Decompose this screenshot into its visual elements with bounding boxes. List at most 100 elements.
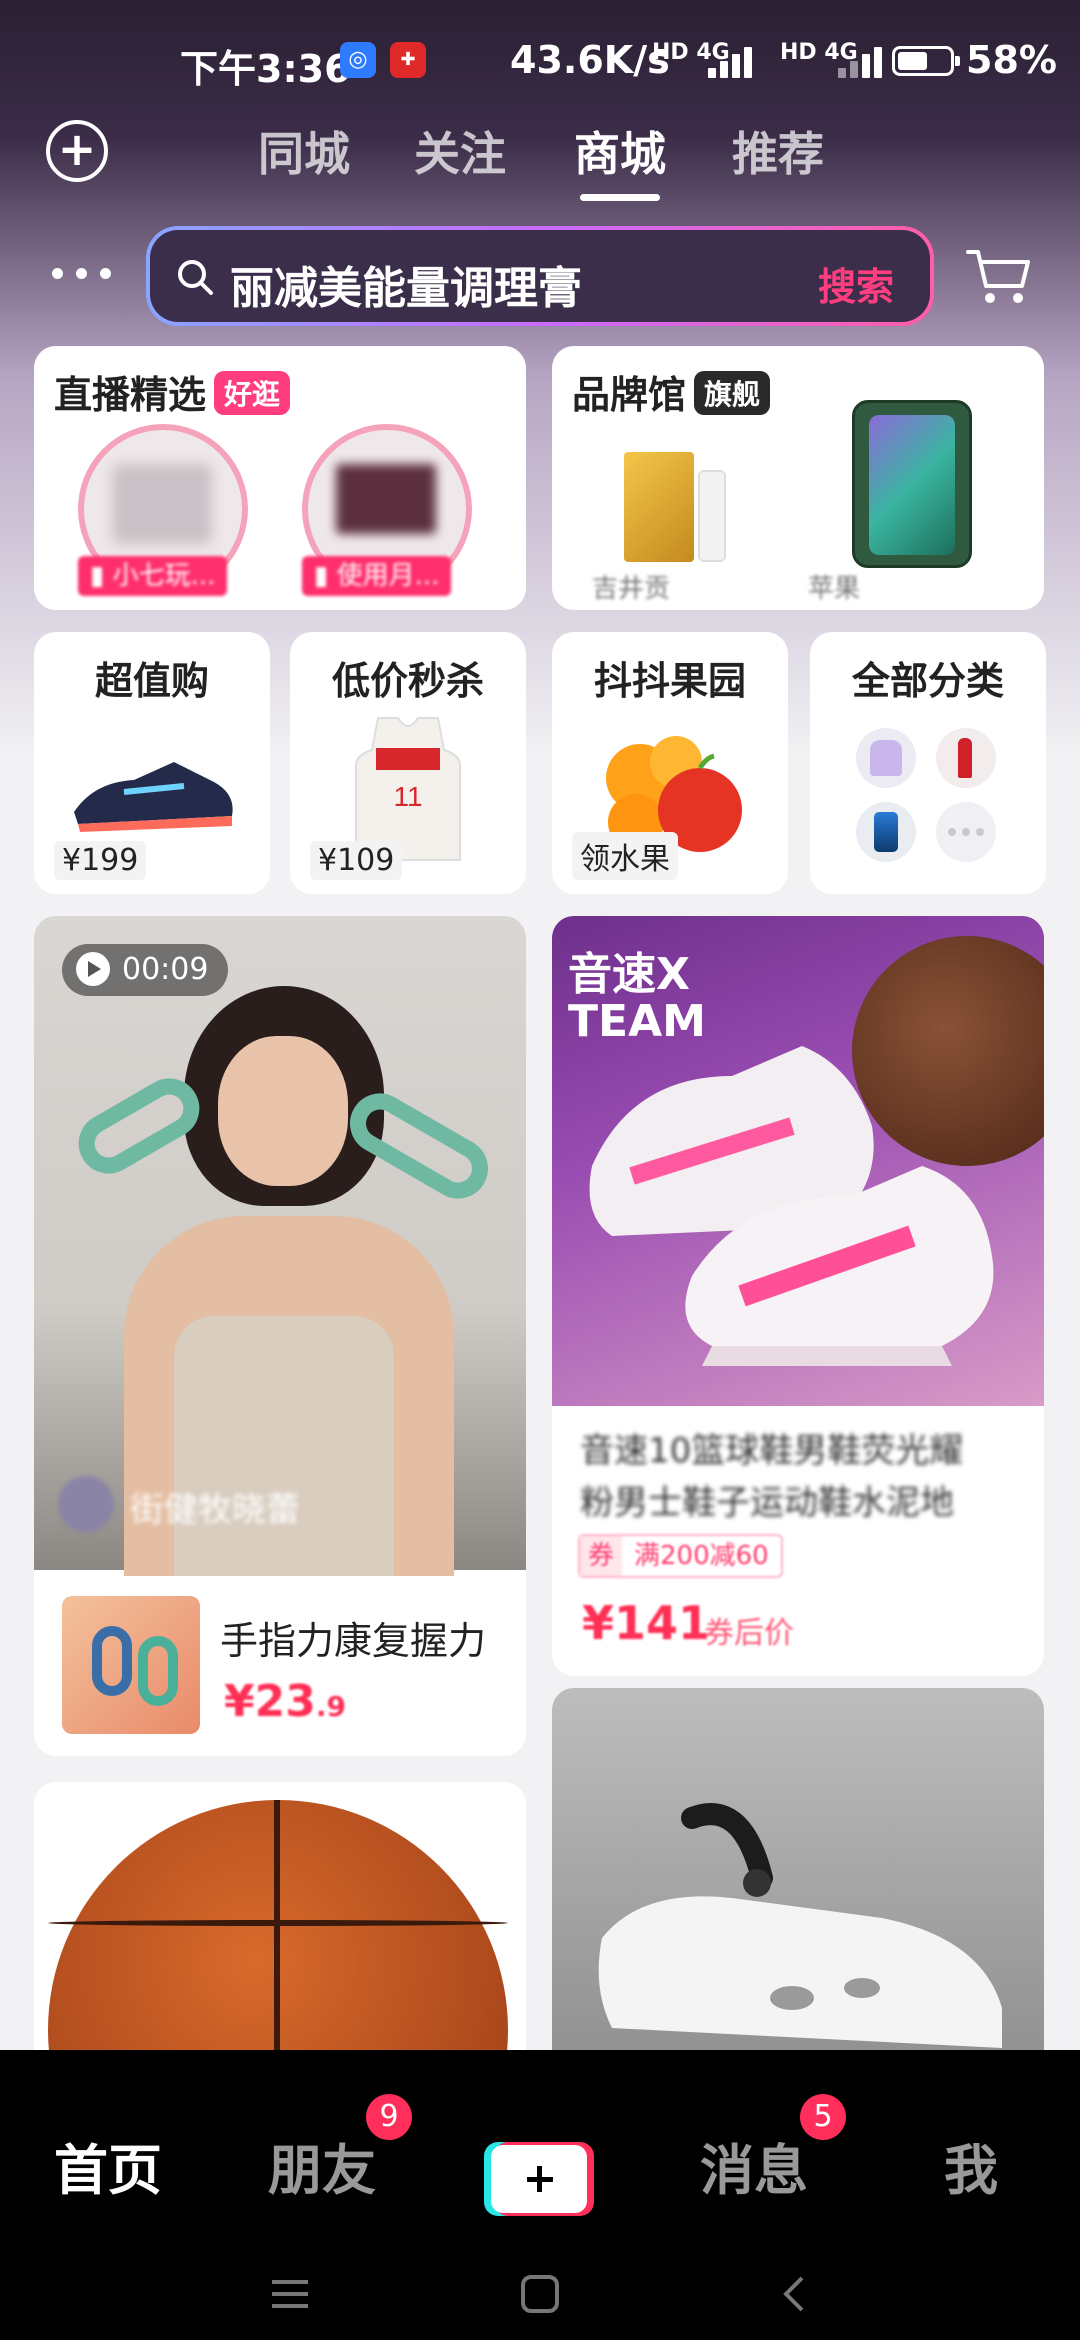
mini-card-price: ¥109 — [310, 841, 403, 880]
clog-product-card[interactable] — [552, 1688, 1044, 2082]
sneakers-image — [589, 1046, 994, 1366]
category-lipstick-icon[interactable] — [936, 728, 996, 788]
streamer-label: ▮ 小七玩... — [78, 556, 228, 596]
product-title-line2: 粉男士鞋子运动鞋水泥地 — [580, 1483, 954, 1523]
sneaker-image — [74, 762, 233, 832]
create-button[interactable] — [484, 2142, 594, 2216]
streamer-name: 小七玩... — [112, 561, 216, 591]
video-duration-badge: 00:09 — [62, 944, 229, 996]
category-hoodie-icon[interactable] — [856, 728, 916, 788]
basketball-image — [48, 1800, 508, 2082]
brand-card-title: 品牌馆 — [572, 373, 687, 417]
top-tabs: 同城 关注 商城 推荐 — [0, 118, 1080, 208]
mini-card-label: 领水果 — [572, 832, 678, 880]
tab-tongcheng[interactable]: 同城 — [258, 118, 350, 184]
notification-app-icon: ◎ — [340, 42, 376, 78]
back-icon[interactable] — [774, 2274, 814, 2314]
coupon-value: 满200减60 — [634, 1541, 769, 1571]
search-icon — [178, 260, 213, 295]
nav-friends[interactable]: 朋友 — [268, 2126, 376, 2205]
price-decimal: .9 — [315, 1690, 346, 1723]
nav-home[interactable]: 首页 — [54, 2126, 162, 2205]
video-thumbnail[interactable]: 00:09 街健牧晓蕾 — [34, 916, 526, 1576]
mini-card-title: 超值购 — [94, 659, 209, 703]
coupon-label: 券 — [580, 1536, 623, 1576]
brand-name: 吉井贡 — [592, 574, 671, 604]
mini-card-value-buy[interactable]: 超值购 ¥199 — [34, 632, 270, 894]
liquor-bottle-image — [698, 470, 726, 562]
cart-icon[interactable] — [966, 246, 1032, 306]
mini-card-flash-sale[interactable]: 低价秒杀 11 ¥109 — [290, 632, 526, 894]
live-card-title: 直播精选 — [54, 373, 207, 417]
nav-messages[interactable]: 消息 — [700, 2126, 808, 2205]
liquor-box-image — [624, 452, 694, 562]
product-thumbnail[interactable] — [62, 1596, 200, 1734]
brand-card-title-row: 品牌馆 旗舰 — [572, 364, 771, 419]
notification-app-icon-2: ✚ — [390, 42, 426, 78]
product-title-line1: 音速10篮球鞋男鞋荧光耀 — [580, 1431, 964, 1471]
live-card-tag: 好逛 — [214, 371, 291, 415]
author-name[interactable]: 街健牧晓蕾 — [130, 1482, 300, 1531]
search-bar[interactable]: 丽减美能量调理膏 搜索 — [146, 226, 934, 326]
menu-icon[interactable] — [270, 2274, 310, 2314]
streamer-label: ▮ 使用月... — [302, 556, 452, 596]
clog-image — [552, 1688, 1044, 2082]
battery-icon — [892, 46, 960, 76]
product-title: 手指力康复握力 — [220, 1619, 487, 1663]
live-selection-card[interactable]: 直播精选 好逛 ▮ 小七玩... ▮ 使用月... — [34, 346, 526, 610]
status-bar: 下午3:36 ◎ ✚ 43.6K/s HD 4G HD 4G 58% — [0, 0, 1080, 125]
price-main: ¥23 — [224, 1676, 316, 1727]
brand-card-tag: 旗舰 — [694, 371, 771, 415]
more-icon[interactable] — [52, 268, 112, 282]
search-input[interactable]: 丽减美能量调理膏 — [230, 252, 582, 316]
image-text-line2: TEAM — [568, 996, 706, 1047]
shoe-image[interactable]: 音速X TEAM — [552, 916, 1044, 1406]
mini-card-title: 低价秒杀 — [331, 659, 484, 703]
product-price: ¥141 — [582, 1596, 711, 1650]
messages-badge: 5 — [800, 2094, 846, 2140]
mini-card-title: 抖抖果园 — [593, 659, 746, 703]
tab-tuijian[interactable]: 推荐 — [732, 118, 824, 184]
mini-card-price: ¥199 — [54, 841, 147, 880]
brand-hall-card[interactable]: 品牌馆 旗舰 吉井贡 苹果 — [552, 346, 1044, 610]
author-avatar[interactable] — [58, 1476, 114, 1532]
price-suffix: 券后价 — [704, 1616, 794, 1651]
mini-card-orchard[interactable]: 抖抖果园 领水果 — [552, 632, 788, 894]
active-tab-indicator — [580, 194, 660, 201]
coupon-badge: 券满200减60 — [578, 1534, 783, 1578]
more-categories-icon[interactable] — [936, 802, 996, 862]
thumbnail-top — [174, 1316, 394, 1576]
network-speed: 43.6K/s — [510, 38, 670, 82]
play-icon — [76, 952, 110, 986]
grip-trainer-left — [67, 1067, 211, 1185]
battery-percent: 58% — [966, 38, 1057, 82]
nav-me[interactable]: 我 — [944, 2126, 998, 2205]
bottom-nav: 首页 朋友 9 消息 5 我 — [0, 2050, 1080, 2340]
product-price: ¥23.9 — [224, 1676, 346, 1727]
tab-guanzhu[interactable]: 关注 — [414, 118, 506, 184]
home-icon[interactable] — [520, 2274, 560, 2314]
brand-name: 苹果 — [808, 574, 861, 604]
category-phone-icon[interactable] — [856, 802, 916, 862]
video-duration: 00:09 — [122, 952, 209, 987]
mini-card-all-categories[interactable]: 全部分类 — [810, 632, 1046, 894]
live-card-title-row: 直播精选 好逛 — [54, 364, 291, 419]
phone-image — [852, 400, 972, 568]
clog-shoe-image — [598, 1803, 1002, 2048]
mini-card-title: 全部分类 — [851, 659, 1004, 703]
signal-icon-2 — [838, 44, 898, 78]
search-button[interactable]: 搜索 — [818, 256, 894, 311]
streamer-name: 使用月... — [336, 561, 440, 591]
grip-trainer-right — [339, 1082, 499, 1210]
basketball-product-card[interactable] — [34, 1782, 526, 2082]
image-text-line1: 音速X — [568, 949, 690, 1000]
svg-text:11: 11 — [393, 781, 422, 812]
shoe-product-card[interactable]: 音速X TEAM 音速10篮球鞋男鞋荧光耀 粉男士鞋子运动鞋水泥地 券满200减… — [552, 916, 1044, 1676]
thumbnail-face — [218, 1036, 348, 1186]
friends-badge: 9 — [366, 2094, 412, 2140]
plus-icon — [491, 2145, 587, 2213]
tab-shangcheng[interactable]: 商城 — [574, 118, 666, 184]
status-time: 下午3:36 — [180, 47, 351, 91]
signal-icon — [708, 44, 768, 78]
video-product-card[interactable]: 00:09 街健牧晓蕾 手指力康复握力 ¥23.9 — [34, 916, 526, 1756]
